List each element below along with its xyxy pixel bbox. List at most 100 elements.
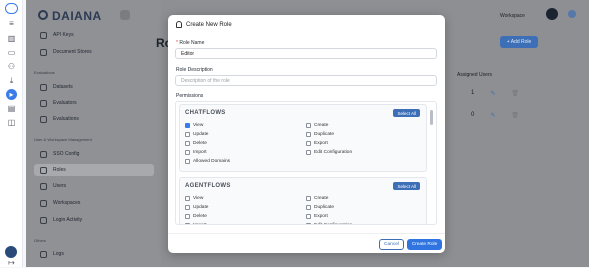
edit-icon[interactable]: ✎ <box>490 112 495 119</box>
checkbox-box[interactable] <box>306 196 311 201</box>
permissions-list[interactable]: CHATFLOWS Select All View Update Delete Imp… <box>175 101 437 225</box>
checkbox-box[interactable] <box>185 132 190 137</box>
agentflows-checkbox-edit-configuration[interactable]: Edit Configuration <box>306 223 352 224</box>
cancel-button[interactable]: Cancel <box>379 239 404 250</box>
checkbox-label: Delete <box>193 214 207 219</box>
chatflows-checkbox-view[interactable]: View <box>185 123 203 128</box>
agentflows-checkbox-duplicate[interactable]: Duplicate <box>306 205 334 210</box>
create-role-button[interactable]: Create Role <box>407 239 442 250</box>
section-others: Others <box>34 238 47 243</box>
agentflows-checkbox-import[interactable]: Import <box>185 223 207 224</box>
download-icon[interactable]: ⤓ <box>6 75 17 86</box>
chatflows-checkbox-duplicate[interactable]: Duplicate <box>306 132 334 137</box>
menu-icon[interactable]: ≡ <box>6 18 17 29</box>
checkbox-box[interactable] <box>185 223 190 224</box>
sidebar-item-label: Document Stores <box>53 49 92 55</box>
app-logo-icon[interactable] <box>5 3 18 14</box>
checkbox-box[interactable] <box>185 205 190 210</box>
checkbox-box[interactable] <box>185 159 190 164</box>
agentflows-checkbox-view[interactable]: View <box>185 196 203 201</box>
brand-logo-icon <box>38 10 48 20</box>
role-name-input[interactable]: Editor <box>175 48 437 59</box>
chatflows-checkbox-create[interactable]: Create <box>306 123 328 128</box>
add-role-button[interactable]: + Add Role <box>500 36 538 48</box>
checkbox-box[interactable] <box>306 223 311 224</box>
sidebar-item-roles[interactable]: Roles <box>34 164 154 176</box>
logout-icon[interactable]: ↦ <box>6 257 17 268</box>
role-description-label: Role Description <box>176 67 213 73</box>
sidebar: DAIANA API Keys Document Stores Evaluati… <box>26 0 161 267</box>
book-icon[interactable]: ◫ <box>6 117 17 128</box>
checkbox-label: Export <box>314 141 328 146</box>
checkbox-label: Export <box>314 214 328 219</box>
role-description-input[interactable]: Description of the role <box>175 75 437 86</box>
chatflows-checkbox-edit-configuration[interactable]: Edit Configuration <box>306 150 352 155</box>
sidebar-item-label: Logs <box>53 251 64 257</box>
agentflows-checkbox-create[interactable]: Create <box>306 196 328 201</box>
chatflows-select-all-button[interactable]: Select All <box>393 109 420 117</box>
checkbox-box[interactable] <box>306 132 311 137</box>
checkbox-label: Update <box>193 205 209 210</box>
checkbox-box[interactable] <box>185 196 190 201</box>
permissions-scrollbar[interactable] <box>430 110 433 125</box>
chat-icon[interactable]: ▭ <box>6 47 17 58</box>
sidebar-item-evaluators[interactable]: Evaluators <box>40 98 77 108</box>
users-icon[interactable]: ⚇ <box>6 61 17 72</box>
sidebar-toggle-button[interactable] <box>120 10 130 20</box>
checkbox-box[interactable] <box>306 141 311 146</box>
account-avatar[interactable] <box>546 8 558 20</box>
checkbox-box[interactable] <box>306 214 311 219</box>
evaluator-icon <box>40 99 47 107</box>
chatflows-checkbox-import[interactable]: Import <box>185 150 207 155</box>
sidebar-item-workspaces[interactable]: Workspaces <box>40 198 80 208</box>
required-marker: * <box>176 40 178 46</box>
checkbox-label: Duplicate <box>314 205 334 210</box>
chatflows-checkbox-update[interactable]: Update <box>185 132 208 137</box>
agentflows-checkbox-export[interactable]: Export <box>306 214 328 219</box>
settings-icon[interactable] <box>568 10 576 18</box>
agentflows-title: AGENTFLOWS <box>185 183 231 189</box>
sidebar-item-sso-config[interactable]: SSO Config <box>40 149 79 159</box>
flow-icon[interactable]: ▸ <box>6 89 17 100</box>
users-icon <box>40 182 47 190</box>
checkbox-box[interactable] <box>306 123 311 128</box>
chatflows-checkbox-delete[interactable]: Delete <box>185 141 207 146</box>
sidebar-item-login-activity[interactable]: Login Activity <box>40 215 82 225</box>
checkbox-label: Allowed Domains <box>193 159 231 164</box>
sidebar-item-logs[interactable]: Logs <box>40 249 64 259</box>
chart-icon[interactable]: ▥ <box>6 33 17 44</box>
checkbox-box[interactable] <box>185 150 190 155</box>
sso-icon <box>40 150 47 158</box>
chatflows-checkbox-allowed-domains[interactable]: Allowed Domains <box>185 159 230 164</box>
agentflows-select-all-button[interactable]: Select All <box>393 182 420 190</box>
checkbox-box[interactable] <box>306 205 311 210</box>
sidebar-item-document-stores[interactable]: Document Stores <box>40 47 92 57</box>
delete-icon[interactable]: 🗑 <box>511 90 519 97</box>
sidebar-item-label: API Keys <box>53 32 74 38</box>
workspace-switcher[interactable]: Workspace <box>500 13 525 19</box>
agentflows-checkbox-update[interactable]: Update <box>185 205 208 210</box>
logs-icon <box>40 250 47 258</box>
checkbox-box[interactable] <box>306 150 311 155</box>
sidebar-item-datasets[interactable]: Datasets <box>40 82 73 92</box>
chatflows-checkbox-export[interactable]: Export <box>306 141 328 146</box>
delete-icon[interactable]: 🗑 <box>511 112 519 119</box>
checkbox-box[interactable] <box>185 141 190 146</box>
sidebar-item-api-keys[interactable]: API Keys <box>40 30 74 40</box>
sidebar-item-evaluations[interactable]: Evaluations <box>40 114 79 124</box>
document-icon <box>40 48 47 56</box>
dialog-header: Create New Role <box>176 21 232 28</box>
assigned-count: 1 <box>471 90 475 96</box>
table-row: 1 ✎ 🗑 <box>471 90 519 97</box>
message-icon[interactable]: ▤ <box>6 103 17 114</box>
agentflows-checkbox-delete[interactable]: Delete <box>185 214 207 219</box>
checkbox-label: Import <box>193 223 207 224</box>
user-icon <box>176 21 182 28</box>
edit-icon[interactable]: ✎ <box>490 90 495 97</box>
checkbox-box[interactable] <box>185 123 190 128</box>
create-role-dialog: Create New Role * Role Name Editor Role … <box>168 15 445 253</box>
checkbox-label: Edit Configuration <box>314 223 352 224</box>
icon-rail: ≡ ▥ ▭ ⚇ ⤓ ▸ ▤ ◫ ↦ <box>0 0 23 267</box>
sidebar-item-users[interactable]: Users <box>40 181 66 191</box>
checkbox-box[interactable] <box>185 214 190 219</box>
